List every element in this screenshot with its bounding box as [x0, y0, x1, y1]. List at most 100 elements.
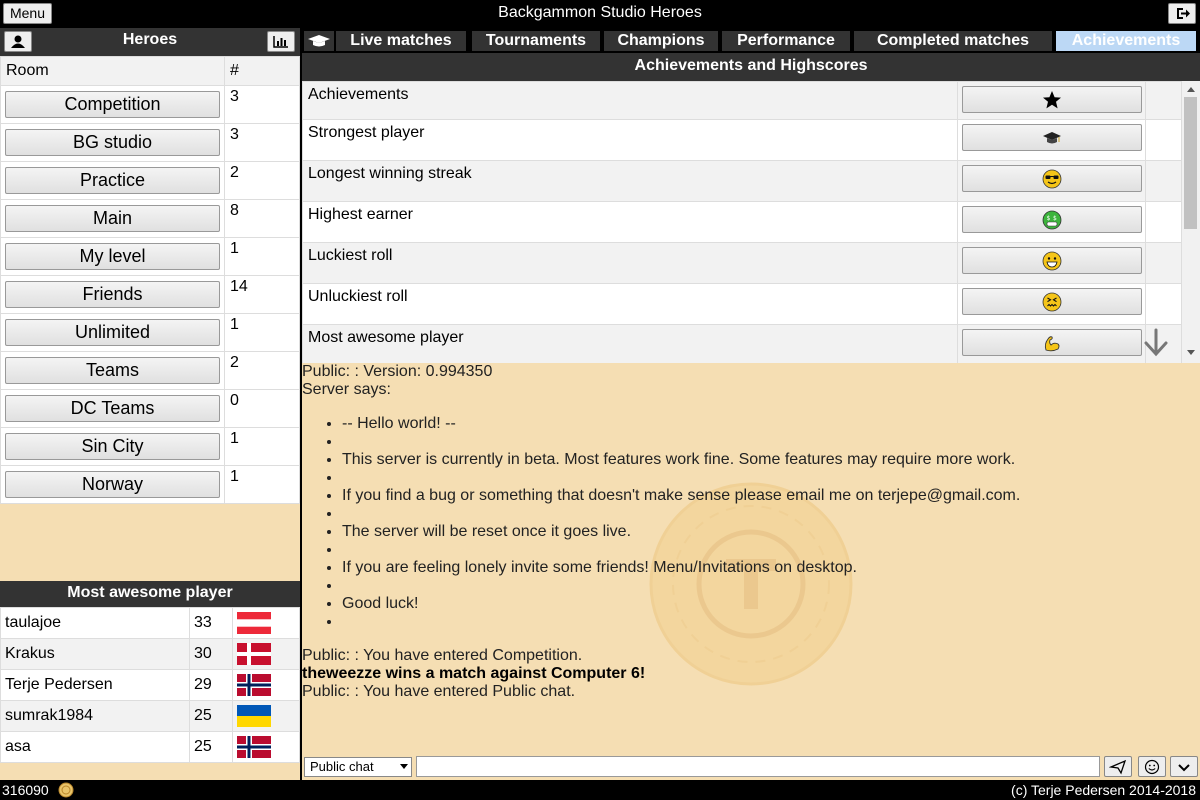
achievement-label: Most awesome player — [302, 324, 958, 363]
room-row: BG studio 3 — [0, 123, 300, 162]
tab-champions[interactable]: Champions — [604, 31, 718, 51]
ranking-row[interactable]: taulajoe 33 — [0, 607, 300, 639]
scroll-thumb[interactable] — [1184, 97, 1197, 229]
room-player-count: 1 — [224, 427, 300, 466]
tab-performance[interactable]: Performance — [722, 31, 850, 51]
tab-graduation[interactable] — [304, 31, 334, 51]
room-cell: Friends — [0, 275, 225, 314]
chat-channel-value: Public chat — [310, 759, 374, 774]
send-button[interactable] — [1104, 756, 1132, 777]
room-button[interactable]: Friends — [5, 281, 220, 308]
server-message-item: If you are feeling lonely invite some fr… — [342, 559, 1182, 577]
achievement-row: Most awesome player — [302, 324, 1182, 363]
room-button[interactable]: Main — [5, 205, 220, 232]
chat-line: Public: : You have entered Public chat. — [302, 683, 576, 700]
player-name[interactable]: Krakus — [0, 638, 190, 670]
achievements-scrollbar[interactable] — [1182, 81, 1200, 363]
achievement-label: Achievements — [302, 81, 958, 120]
scroll-down-icon[interactable] — [1186, 349, 1196, 357]
expand-button[interactable] — [1170, 756, 1198, 777]
heroes-title: Heroes — [122, 31, 178, 48]
chat-line: Server says: — [302, 381, 391, 398]
achievement-label: Longest winning streak — [302, 160, 958, 202]
graduation-cap-icon — [1043, 131, 1061, 143]
achievements-list[interactable]: Achievements Strongest player Longest winn… — [302, 81, 1182, 363]
ranking-row[interactable]: sumrak1984 25 — [0, 700, 300, 732]
player-name[interactable]: sumrak1984 — [0, 700, 190, 732]
room-row: Main 8 — [0, 199, 300, 238]
player-name[interactable]: asa — [0, 731, 190, 763]
emoji-button[interactable] — [1138, 756, 1166, 777]
room-button[interactable]: Norway — [5, 471, 220, 498]
room-button[interactable]: Practice — [5, 167, 220, 194]
achievement-button[interactable] — [962, 247, 1142, 274]
coin-balance: 316090 — [2, 782, 49, 798]
achievement-label: Strongest player — [302, 119, 958, 161]
austria-flag — [237, 612, 271, 634]
room-button[interactable]: Competition — [5, 91, 220, 118]
ranking-row[interactable]: Terje Pedersen 29 — [0, 669, 300, 701]
achievement-button[interactable] — [962, 165, 1142, 192]
room-button[interactable]: Sin City — [5, 433, 220, 460]
player-name[interactable]: Terje Pedersen — [0, 669, 190, 701]
room-row: Unlimited 1 — [0, 313, 300, 352]
tab-completed-matches[interactable]: Completed matches — [854, 31, 1052, 51]
player-score: 25 — [189, 700, 233, 732]
achievement-button-cell — [957, 160, 1146, 202]
player-score: 30 — [189, 638, 233, 670]
menu-button[interactable]: Menu — [3, 3, 52, 24]
room-cell: Unlimited — [0, 313, 225, 352]
tab-live-matches[interactable]: Live matches — [336, 31, 466, 51]
achievement-spacer — [1145, 201, 1182, 243]
achievement-button[interactable]: $ $ — [962, 206, 1142, 233]
achievement-label: Luckiest roll — [302, 242, 958, 284]
ranking-header: Most awesome player — [0, 581, 300, 607]
scroll-up-icon[interactable] — [1186, 85, 1196, 93]
ranking-row[interactable]: Krakus 30 — [0, 638, 300, 670]
chat-channel-select[interactable]: Public chat — [304, 757, 412, 777]
achievement-button[interactable] — [962, 124, 1142, 151]
tab-tournaments[interactable]: Tournaments — [472, 31, 600, 51]
room-button[interactable]: Teams — [5, 357, 220, 384]
footer: 316090 (c) Terje Pedersen 2014-2018 — [0, 780, 1200, 800]
achievement-button[interactable] — [962, 86, 1142, 113]
user-button[interactable] — [4, 31, 32, 52]
chat-input[interactable] — [416, 756, 1100, 777]
achievement-spacer — [1145, 160, 1182, 202]
room-button[interactable]: DC Teams — [5, 395, 220, 422]
achievement-spacer — [1145, 81, 1182, 120]
achievement-row: Luckiest roll — [302, 242, 1182, 284]
server-message-item: -- Hello world! -- — [342, 415, 1182, 433]
room-button[interactable]: My level — [5, 243, 220, 270]
room-table: Room # Competition 3 BG studio 3 Practice 2 Ma… — [0, 56, 300, 504]
user-icon — [11, 35, 25, 48]
logout-icon — [1177, 8, 1190, 19]
room-player-count: 1 — [224, 465, 300, 504]
bar-chart-icon — [273, 36, 288, 48]
statistics-button[interactable] — [267, 31, 295, 52]
achievement-button-cell — [957, 283, 1146, 325]
achievement-button[interactable] — [962, 329, 1142, 356]
achievement-button[interactable] — [962, 288, 1142, 315]
achievement-button-cell — [957, 324, 1146, 363]
tab-achievements[interactable]: Achievements — [1056, 31, 1196, 51]
room-button[interactable]: Unlimited — [5, 319, 220, 346]
app-title: Backgammon Studio Heroes — [498, 4, 702, 21]
room-button[interactable]: BG studio — [5, 129, 220, 156]
grinning-face-icon — [1042, 251, 1062, 270]
top-bar: Backgammon Studio Heroes Menu — [0, 0, 1200, 27]
player-flag-cell — [232, 669, 300, 701]
logout-button[interactable] — [1168, 3, 1196, 24]
room-column-header: Room — [0, 56, 225, 86]
arrow-down-icon[interactable] — [1142, 328, 1170, 358]
player-name[interactable]: taulajoe — [0, 607, 190, 639]
player-flag-cell — [232, 638, 300, 670]
chat-match-result: theweezze wins a match against Computer … — [302, 665, 646, 682]
room-row: DC Teams 0 — [0, 389, 300, 428]
room-player-count: 1 — [224, 313, 300, 352]
chevron-down-icon — [400, 764, 408, 769]
server-message-list: -- Hello world! -- This server is current… — [342, 415, 1182, 631]
ranking-row[interactable]: asa 25 — [0, 731, 300, 763]
ukraine-flag — [237, 705, 271, 727]
room-cell: Competition — [0, 85, 225, 124]
